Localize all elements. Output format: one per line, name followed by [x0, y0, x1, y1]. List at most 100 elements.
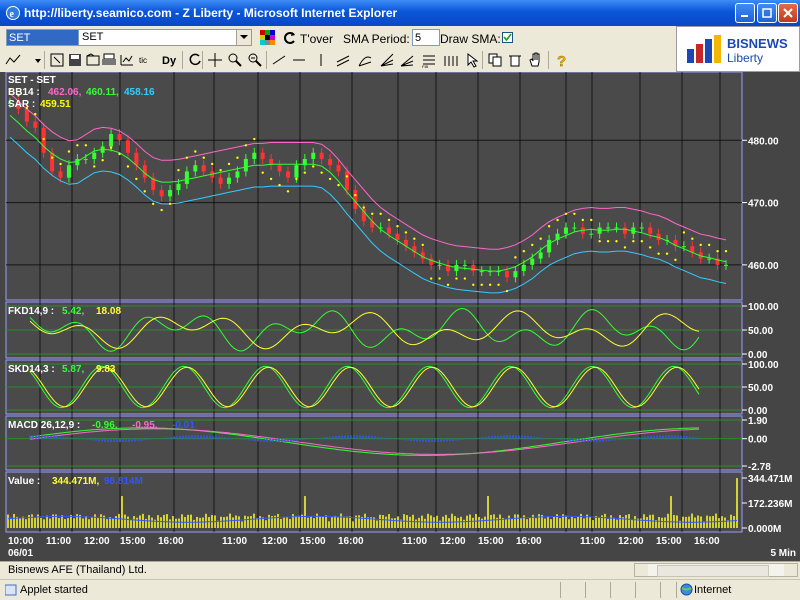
- scroll-right-button[interactable]: [784, 564, 797, 576]
- refresh-icon[interactable]: [282, 30, 298, 46]
- sar-dot: [194, 150, 197, 153]
- minimize-button[interactable]: [735, 3, 755, 23]
- sar-dot: [261, 171, 264, 174]
- x-tick-label: 16:00: [158, 536, 184, 547]
- sar-dot: [278, 183, 281, 187]
- sar-dot: [152, 202, 155, 206]
- info-bar: Bisnews AFE (Thailand) Ltd.: [0, 561, 800, 579]
- price-chart[interactable]: 480.00 470.00 460.00 SET - SETBB14 : 462.06…: [0, 72, 800, 562]
- draw-sma-checkbox[interactable]: [502, 32, 513, 43]
- sar-dot: [665, 252, 669, 255]
- candle-body: [504, 271, 509, 278]
- dy-icon-button[interactable]: Dy: [160, 51, 178, 69]
- channel-icon-button[interactable]: [334, 51, 352, 69]
- tic-toc-icon-button[interactable]: tic: [138, 51, 156, 69]
- color-grid-icon[interactable]: [260, 30, 276, 46]
- candle-body: [462, 264, 467, 266]
- sar-dot: [168, 202, 172, 206]
- svg-text:e: e: [10, 9, 15, 20]
- candle-body: [648, 227, 653, 234]
- delete-icon-button[interactable]: [506, 51, 524, 69]
- line-chart-icon: [5, 54, 21, 65]
- candle-body: [24, 109, 29, 122]
- indicator-value: -0.01: [172, 420, 195, 431]
- candle-body: [589, 233, 594, 235]
- candle-body: [184, 171, 189, 184]
- dy-icon: Dy: [162, 55, 177, 67]
- company-text: Bisnews AFE (Thailand) Ltd.: [8, 564, 147, 576]
- toolbar-separator: [266, 51, 267, 69]
- sar-dot: [253, 137, 256, 141]
- sar-dot: [615, 239, 618, 243]
- line-chart-icon-button[interactable]: [4, 51, 22, 69]
- candle-body: [479, 271, 484, 273]
- sar-dot: [160, 208, 163, 212]
- zoom-in-icon-button[interactable]: [226, 51, 244, 69]
- cycle-icon-button[interactable]: [442, 51, 460, 69]
- vertical-line-icon-button[interactable]: [312, 51, 330, 69]
- hand-icon-button[interactable]: [526, 51, 544, 69]
- scroll-left-button[interactable]: [635, 564, 648, 576]
- sar-dot: [42, 137, 45, 141]
- sar-dot: [472, 283, 475, 286]
- refresh-icon: [189, 53, 201, 66]
- maximize-button[interactable]: [757, 3, 777, 23]
- print-icon: [102, 53, 116, 65]
- trendline-icon-button[interactable]: [270, 51, 288, 69]
- help-icon-button[interactable]: ?: [552, 51, 570, 69]
- y-tick-label: 344.471M: [748, 474, 792, 485]
- dropdown-icon-button[interactable]: [30, 51, 48, 69]
- candle-body: [252, 152, 257, 159]
- sar-dot: [371, 212, 374, 215]
- horizontal-scrollbar[interactable]: [634, 563, 798, 577]
- zoom-out-icon-button[interactable]: [246, 51, 264, 69]
- sar-label: SAR :: [8, 99, 35, 110]
- horizontal-line-icon-button[interactable]: [290, 51, 308, 69]
- zoom-box-icon-button[interactable]: [48, 51, 66, 69]
- speed-line-icon-button[interactable]: [378, 51, 396, 69]
- candle-body: [622, 227, 627, 234]
- select-icon-button[interactable]: [464, 51, 482, 69]
- logo-mark-icon: [687, 35, 721, 63]
- sar-dot: [488, 283, 492, 286]
- candle-body: [243, 158, 248, 172]
- sar-dot: [674, 258, 677, 262]
- candle-body: [572, 227, 577, 229]
- sar-dot: [236, 156, 239, 159]
- sar-dot: [320, 171, 323, 174]
- save-icon-button[interactable]: [66, 51, 84, 69]
- candle-body: [294, 165, 299, 178]
- sar-dot: [177, 168, 180, 172]
- chart-area[interactable]: 480.00 470.00 460.00 SET - SET BB14 : 462.06…: [0, 72, 800, 562]
- symbol-combo[interactable]: SET: [78, 29, 252, 46]
- x-tick-label: 12:00: [618, 536, 644, 547]
- candle-body: [159, 190, 164, 197]
- candle-body: [134, 152, 139, 166]
- status-bar: Applet started Internet: [0, 579, 800, 600]
- combo-arrow[interactable]: [236, 30, 251, 45]
- sar-dot: [303, 171, 307, 174]
- sar-dot: [480, 283, 483, 286]
- symbol-input[interactable]: [6, 29, 80, 46]
- zone-text: Internet: [694, 584, 732, 596]
- x-tick-label: 11:00: [580, 536, 605, 547]
- close-button[interactable]: [778, 3, 798, 23]
- scroll-thumb[interactable]: [657, 565, 769, 577]
- candle-body: [260, 152, 265, 159]
- y-tick-label: 480.00: [748, 136, 779, 147]
- copy-icon-button[interactable]: [486, 51, 504, 69]
- fib-retrace-icon-button[interactable]: FIB: [420, 51, 438, 69]
- sar-dot: [707, 243, 711, 247]
- sma-period-input[interactable]: [412, 29, 440, 46]
- fan-icon-button[interactable]: [356, 51, 374, 69]
- indicator-icon-button[interactable]: [118, 51, 136, 69]
- crosshair-icon-button[interactable]: [206, 51, 224, 69]
- trendline-icon: [272, 55, 286, 65]
- sar-dot: [118, 152, 121, 156]
- close-icon: [783, 8, 793, 18]
- fib-fan-icon-button[interactable]: [398, 51, 416, 69]
- print-icon-button[interactable]: [100, 51, 118, 69]
- sar-dot: [539, 237, 542, 240]
- window-title: http://liberty.seamico.com - Z Liberty -…: [24, 6, 398, 20]
- sar-dot: [59, 162, 62, 166]
